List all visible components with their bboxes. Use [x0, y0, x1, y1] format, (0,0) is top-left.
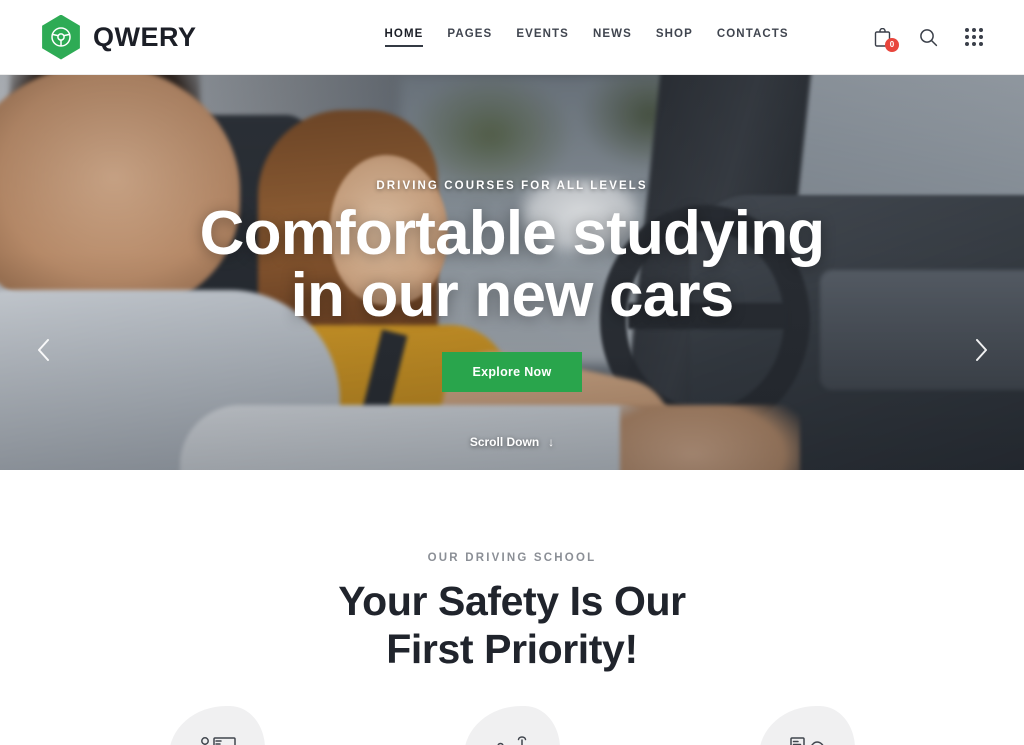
cart-icon[interactable]: 0 [870, 24, 899, 52]
hero-content: DRIVING COURSES FOR ALL LEVELS Comfortab… [0, 75, 1024, 470]
carousel-next-button[interactable] [964, 333, 998, 367]
carousel-prev-button[interactable] [26, 333, 60, 367]
practice-course-cones-icon[interactable] [759, 705, 855, 745]
hero-title: Comfortable studying in our new cars [200, 203, 825, 327]
hero-eyebrow: DRIVING COURSES FOR ALL LEVELS [376, 180, 648, 192]
nav-item-news[interactable]: NEWS [593, 28, 632, 47]
scroll-down-label: Scroll Down [469, 435, 540, 449]
cart-count-badge: 0 [885, 38, 899, 52]
feature-item [70, 705, 365, 745]
hero-slider: DRIVING COURSES FOR ALL LEVELS Comfortab… [0, 75, 1024, 470]
section-eyebrow: OUR DRIVING SCHOOL [427, 552, 597, 564]
site-header: QWERY HOME PAGES EVENTS NEWS SHOP CONTAC… [0, 0, 1024, 75]
brand-logo[interactable]: QWERY [40, 14, 197, 60]
nav-item-events[interactable]: EVENTS [516, 28, 569, 47]
hero-title-line-2: in our new cars [290, 261, 735, 330]
features-section: OUR DRIVING SCHOOL Your Safety Is Our Fi… [0, 470, 1024, 745]
header-tools: 0 [870, 24, 986, 52]
hero-title-line-1: Comfortable studying [199, 199, 825, 268]
nav-item-contacts[interactable]: CONTACTS [717, 28, 789, 47]
brand-name: QWERY [93, 21, 197, 52]
feature-item [660, 705, 955, 745]
section-title-line-2: First Priority! [386, 625, 638, 672]
nav-item-shop[interactable]: SHOP [656, 28, 693, 47]
section-title-line-1: Your Safety Is Our [338, 578, 686, 624]
explore-now-button[interactable]: Explore Now [442, 352, 582, 392]
driving-simulator-icon[interactable] [464, 705, 560, 745]
feature-icon-row [0, 705, 1024, 745]
grid-menu-icon[interactable] [962, 24, 986, 50]
steering-wheel-icon [40, 14, 82, 60]
search-icon[interactable] [916, 24, 940, 50]
nav-item-pages[interactable]: PAGES [447, 28, 492, 47]
feature-item [365, 705, 660, 745]
arrow-down-icon: ↓ [548, 435, 555, 449]
section-title: Your Safety Is Our First Priority! [0, 578, 1024, 674]
scroll-down-indicator[interactable]: Scroll Down ↓ [470, 435, 554, 449]
main-navigation: HOME PAGES EVENTS NEWS SHOP CONTACTS [384, 28, 789, 47]
classroom-theory-lesson-icon[interactable] [169, 705, 265, 745]
nav-item-home[interactable]: HOME [384, 28, 424, 47]
